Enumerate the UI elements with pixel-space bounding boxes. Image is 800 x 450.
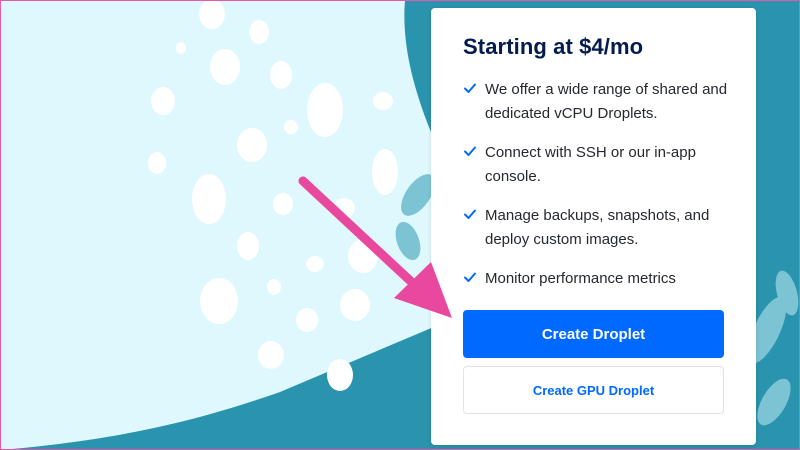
feature-item: Connect with SSH or our in-app console. (463, 141, 733, 189)
pricing-card: Starting at $4/mo We offer a wide range … (431, 8, 756, 445)
feature-text: Monitor performance metrics (485, 270, 676, 287)
check-icon (464, 272, 476, 282)
check-icon (464, 83, 476, 93)
check-icon (464, 209, 476, 219)
feature-item: Monitor performance metrics (463, 267, 733, 291)
check-icon (464, 146, 476, 156)
create-gpu-droplet-button[interactable]: Create GPU Droplet (463, 366, 724, 414)
feature-item: Manage backups, snapshots, and deploy cu… (463, 204, 733, 252)
feature-text: Connect with SSH or our in-app console. (485, 144, 696, 185)
create-droplet-button[interactable]: Create Droplet (463, 310, 724, 358)
feature-item: We offer a wide range of shared and dedi… (463, 78, 733, 126)
feature-text: We offer a wide range of shared and dedi… (485, 81, 728, 122)
feature-text: Manage backups, snapshots, and deploy cu… (485, 207, 710, 248)
feature-list: We offer a wide range of shared and dedi… (463, 78, 733, 306)
pricing-title: Starting at $4/mo (463, 34, 644, 59)
